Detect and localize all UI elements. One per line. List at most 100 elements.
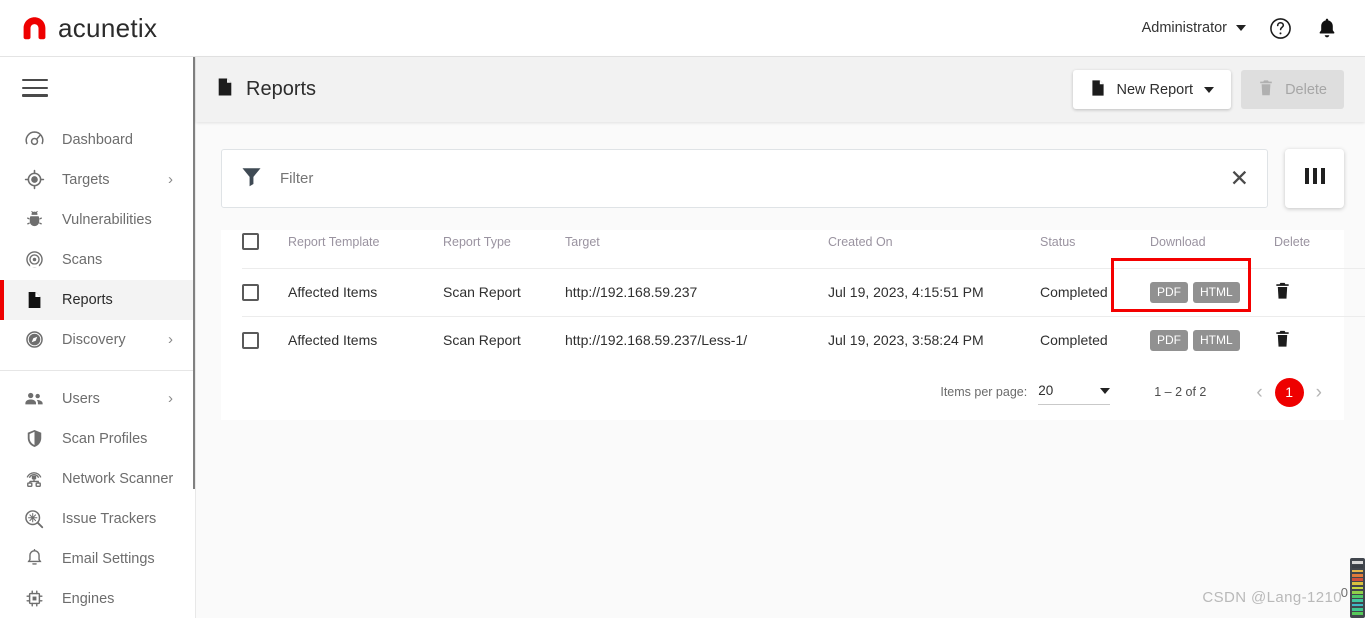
page-header: Reports New Report Delete	[196, 57, 1365, 122]
chip-icon	[22, 587, 46, 611]
sidebar-item-label: Reports	[62, 291, 113, 308]
delete-button: Delete	[1241, 70, 1344, 109]
sidebar-item-engines[interactable]: Engines	[0, 579, 195, 618]
sidebar-item-label: Issue Trackers	[62, 510, 157, 527]
sidebar-item-issue-trackers[interactable]: Issue Trackers	[0, 499, 195, 539]
paginator: Items per page: 20 1 – 2 of 2 ‹ 1 ›	[221, 364, 1344, 420]
column-header-report-type[interactable]: Report Type	[443, 230, 565, 268]
chevron-right-icon: ›	[168, 171, 173, 189]
target-icon	[22, 168, 46, 192]
brand-logo[interactable]: acunetix	[21, 13, 157, 44]
chevron-left-icon[interactable]: ‹	[1256, 383, 1262, 402]
document-icon	[216, 76, 234, 104]
sidebar-item-dashboard[interactable]: Dashboard	[0, 120, 195, 160]
table-row[interactable]: Affected Items Scan Report http://192.16…	[242, 258, 1365, 316]
row-delete-icon[interactable]	[1274, 281, 1291, 304]
download-pdf-button[interactable]: PDF	[1150, 329, 1188, 351]
sidebar-item-reports[interactable]: Reports	[0, 279, 195, 320]
select-all-checkbox[interactable]	[242, 233, 259, 251]
row-delete-icon[interactable]	[1274, 329, 1291, 352]
download-html-button[interactable]: HTML	[1193, 281, 1240, 303]
table-row[interactable]: Affected Items Scan Report http://192.16…	[242, 315, 1365, 364]
cell-download: PDF HTML	[1111, 258, 1274, 316]
column-header-report-template[interactable]: Report Template	[288, 230, 443, 268]
row-checkbox[interactable]	[242, 331, 259, 349]
chevron-right-icon: ›	[168, 331, 173, 349]
sidebar-item-discovery[interactable]: Discovery ›	[0, 320, 195, 360]
reports-table: Report Template Report Type Target Creat…	[242, 230, 1365, 364]
help-circle-icon[interactable]	[1268, 16, 1293, 41]
compass-icon	[22, 328, 46, 352]
filter-input-wrapper[interactable]: ✕	[221, 149, 1268, 208]
sidebar-item-network-scanner[interactable]: Network Scanner	[0, 459, 195, 499]
user-menu-label: Administrator	[1141, 20, 1227, 36]
column-header-download[interactable]: Download	[1150, 230, 1274, 268]
row-select-cell	[242, 315, 288, 364]
delete-label: Delete	[1285, 81, 1327, 98]
sidebar-item-label: Network Scanner	[62, 470, 174, 487]
row-checkbox[interactable]	[242, 283, 259, 301]
color-strip-widget[interactable]	[1350, 558, 1365, 618]
sidebar-item-label: Discovery	[62, 331, 126, 348]
radar-icon	[22, 248, 46, 272]
chevron-down-icon	[1100, 387, 1111, 394]
chevron-down-icon	[1236, 25, 1246, 31]
acunetix-logo-icon	[21, 15, 48, 42]
table-header-row: Report Template Report Type Target Creat…	[242, 230, 1365, 268]
content-area: ✕	[196, 122, 1365, 420]
table-head: Report Template Report Type Target Creat…	[242, 230, 1365, 268]
bell-icon[interactable]	[1315, 16, 1339, 40]
user-menu[interactable]: Administrator	[1142, 20, 1246, 36]
top-bar-actions: Administrator	[1142, 16, 1339, 41]
sidebar-item-label: Engines	[62, 590, 115, 607]
items-per-page-select[interactable]: 20	[1038, 379, 1111, 405]
sidebar-item-label: Vulnerabilities	[62, 211, 152, 228]
sidebar-item-vulnerabilities[interactable]: Vulnerabilities	[0, 200, 195, 240]
cell-report-type: Scan Report	[443, 267, 565, 316]
reports-table-container: Report Template Report Type Target Creat…	[221, 230, 1365, 364]
shield-icon	[22, 427, 46, 451]
chevron-right-icon[interactable]: ›	[1316, 383, 1322, 402]
page-range-label: 1 – 2 of 2	[1154, 385, 1207, 399]
download-html-button[interactable]: HTML	[1193, 329, 1240, 351]
column-header-target[interactable]: Target	[565, 230, 828, 268]
cell-target: http://192.168.59.237	[565, 267, 828, 316]
sidebar-item-users[interactable]: Users ›	[0, 379, 195, 419]
cell-report-type: Scan Report	[443, 315, 565, 364]
select-all-header	[242, 230, 288, 268]
cell-status: Completed	[1040, 267, 1150, 316]
chevron-down-icon	[1204, 86, 1215, 93]
new-report-label: New Report	[1116, 81, 1194, 98]
page-header-actions: New Report Delete	[1072, 70, 1344, 109]
issue-tracker-icon	[22, 507, 46, 531]
hamburger-icon[interactable]	[0, 57, 48, 120]
table-body: Affected Items Scan Report http://192.16…	[242, 258, 1365, 364]
sidebar-item-scan-profiles[interactable]: Scan Profiles	[0, 419, 195, 459]
page-nav: ‹ 1 ›	[1256, 377, 1322, 407]
sidebar: Dashboard Targets › Vulnerabilities Scan…	[0, 57, 196, 618]
filter-row: ✕	[221, 149, 1344, 208]
items-per-page-label: Items per page:	[940, 385, 1028, 399]
sidebar-item-scans[interactable]: Scans	[0, 240, 195, 280]
columns-toggle-button[interactable]	[1285, 149, 1344, 208]
sidebar-item-email-settings[interactable]: Email Settings	[0, 539, 195, 579]
page-number-1[interactable]: 1	[1274, 377, 1304, 407]
page-title: Reports	[216, 76, 316, 104]
items-per-page-value: 20	[1038, 383, 1054, 398]
bug-icon	[22, 208, 46, 232]
column-header-delete[interactable]: Delete	[1274, 230, 1365, 268]
close-icon[interactable]: ✕	[1230, 167, 1249, 190]
new-report-button[interactable]: New Report	[1072, 70, 1232, 109]
filter-input[interactable]	[280, 170, 1230, 187]
sidebar-item-targets[interactable]: Targets ›	[0, 160, 195, 200]
column-header-created-on[interactable]: Created On	[828, 230, 1040, 268]
document-icon	[1090, 78, 1106, 102]
page-title-text: Reports	[246, 78, 317, 100]
gauge-icon	[22, 128, 46, 152]
document-icon	[22, 288, 46, 312]
download-pdf-button[interactable]: PDF	[1150, 281, 1188, 303]
column-header-status[interactable]: Status	[1040, 230, 1150, 268]
trash-icon	[1258, 79, 1274, 101]
sidebar-divider	[0, 369, 195, 371]
cell-created-on: Jul 19, 2023, 4:15:51 PM	[828, 267, 1040, 316]
